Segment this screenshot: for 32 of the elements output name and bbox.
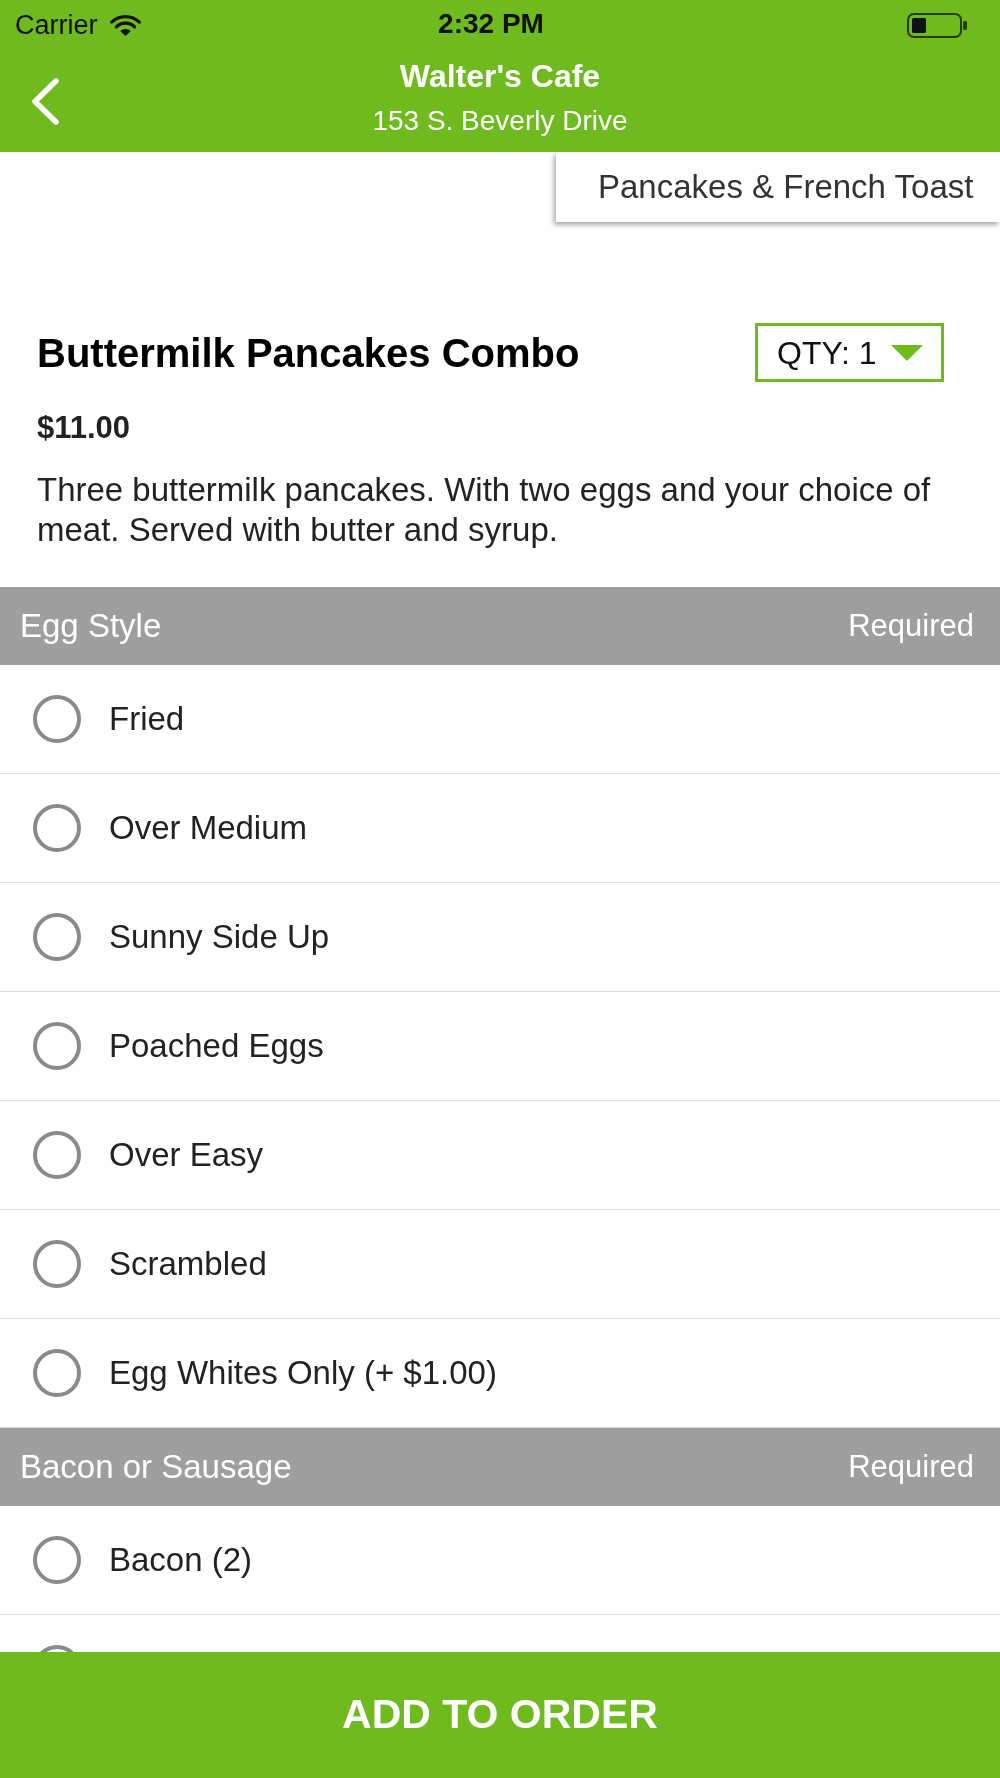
battery-icon	[907, 12, 967, 38]
radio-icon[interactable]	[33, 1536, 81, 1584]
option-row[interactable]: Bacon (2)	[0, 1506, 1000, 1615]
item-name: Buttermilk Pancakes Combo	[37, 330, 580, 375]
category-tab[interactable]: Pancakes & French Toast	[556, 152, 1000, 222]
item-description: Three buttermilk pancakes. With two eggs and your choice of meat. Served with butter and syrup.	[37, 470, 932, 550]
section-title: Egg Style	[20, 606, 162, 647]
restaurant-address: 153 S. Beverly Drive	[372, 104, 628, 138]
clock-time: 2:32 PM	[438, 8, 544, 39]
required-label: Required	[848, 1447, 974, 1486]
radio-icon[interactable]	[33, 913, 81, 961]
radio-icon[interactable]	[33, 804, 81, 852]
option-row[interactable]: Scrambled	[0, 1210, 1000, 1319]
option-row[interactable]: Poached Eggs	[0, 992, 1000, 1101]
option-row[interactable]: Fried	[0, 665, 1000, 774]
radio-icon[interactable]	[33, 1131, 81, 1179]
option-row[interactable]: Sunny Side Up	[0, 883, 1000, 992]
carrier-label: Carrier	[15, 11, 98, 39]
radio-icon[interactable]	[33, 1349, 81, 1397]
radio-icon[interactable]	[33, 1022, 81, 1070]
quantity-dropdown[interactable]: QTY: 1	[755, 323, 944, 382]
back-icon[interactable]	[30, 77, 60, 125]
item-price: $11.00	[37, 410, 132, 446]
caret-icon	[890, 344, 923, 361]
radio-icon[interactable]	[33, 1240, 81, 1288]
section-title: Bacon or Sausage	[20, 1447, 292, 1488]
required-label: Required	[848, 606, 974, 645]
option-row[interactable]: Over Medium	[0, 774, 1000, 883]
option-row[interactable]: Over Easy	[0, 1101, 1000, 1210]
restaurant-name: Walter's Cafe	[399, 58, 601, 94]
wifi-icon	[109, 14, 141, 36]
radio-icon[interactable]	[33, 695, 81, 743]
